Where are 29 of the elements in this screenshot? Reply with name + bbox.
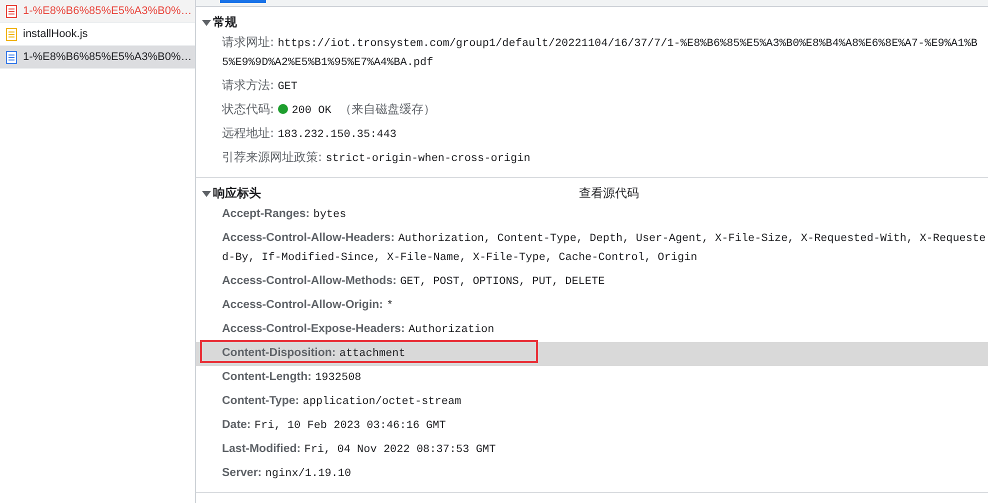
section-title: 常规 (213, 14, 237, 30)
expand-triangle-icon[interactable] (202, 188, 211, 198)
header-line: Access-Control-Allow-Methods: GET, POST, OPTIONS, PUT, DELETE (222, 274, 605, 287)
header-line: Content-Disposition: attachment (222, 346, 406, 359)
general-field-line: 请求方法: GET (222, 78, 298, 92)
file-icon (6, 4, 17, 18)
general-field-line: 请求网址: https://iot.tronsystem.com/group1/default/20221104/16/37/7/1-%E8%B6%85%E5%A3%B0%E8%B4%A8%E6%8E%A7-%E9%A1%B5%E9%9D%A2%E5%B1%95%E7%A4%BA.pdf (222, 35, 978, 68)
file-icon (6, 28, 17, 40)
header-line: Accept-Ranges: bytes (222, 207, 346, 220)
header-line: Server: nginx/1.19.10 (222, 466, 352, 479)
general-field-line: 远程地址: 183.232.150.35:443 (222, 126, 397, 140)
file-icon (6, 50, 17, 64)
header-line: Date: Fri, 10 Feb 2023 03:46:16 GMT (222, 418, 446, 431)
field-value: 200 OK (292, 105, 332, 117)
header-line: Access-Control-Allow-Headers: Authorization, Content-Type, Depth, User-Agent, X-File-Size, X-Requested-With, X-Requested-By, If-Modified-Since, X-File-Name, X-File-Type, Cache-Control, Origin (222, 231, 986, 263)
request-list-item[interactable]: 1-%E8%B6%85%E5%A3%B0%… (0, 0, 195, 23)
header-line: Last-Modified: Fri, 04 Nov 2022 08:37:53 GMT (222, 442, 496, 455)
header-line: Content-Length: 1932508 (222, 370, 362, 383)
expand-triangle-icon[interactable] (202, 18, 211, 26)
request-list-item[interactable]: 1-%E8%B6%85%E5%A3%B0%… (0, 46, 195, 69)
field-label: 状态代码: (222, 102, 274, 116)
view-source-link[interactable]: 查看源代码 (579, 184, 639, 202)
general-field-line: 引荐来源网址政策: strict-origin-when-cross-origin (222, 150, 530, 164)
header-line: Access-Control-Expose-Headers: Authorization (222, 322, 494, 335)
section-title: 响应标头 (213, 184, 261, 202)
field-note: （来自磁盘缓存） (339, 102, 436, 116)
header-line: Content-Type: application/octet-stream (222, 394, 462, 407)
status-dot (278, 104, 288, 114)
header-line: Access-Control-Allow-Origin: * (222, 298, 394, 311)
